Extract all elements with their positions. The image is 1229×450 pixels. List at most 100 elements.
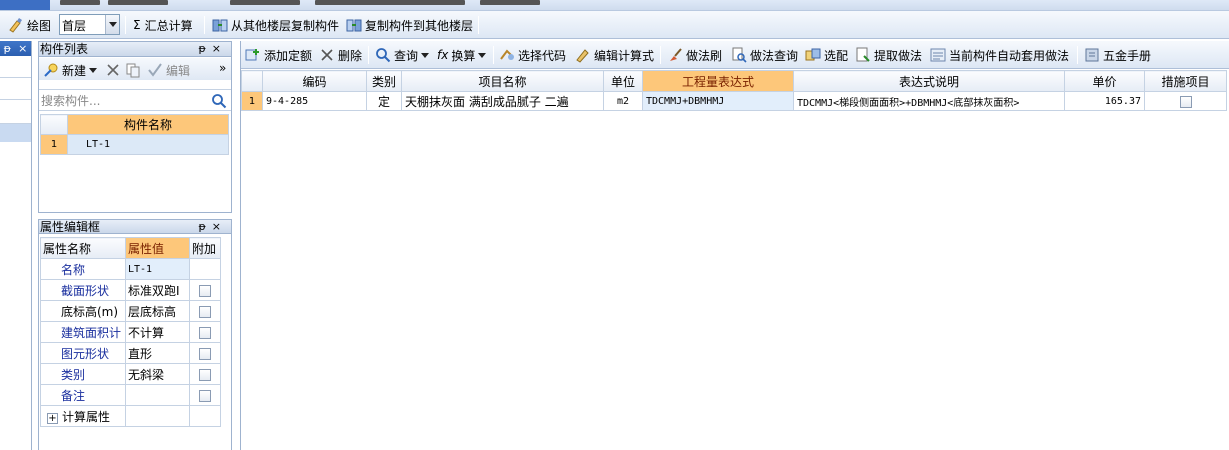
type-column-header[interactable]: 类别 (366, 70, 402, 92)
chevron-down-icon[interactable] (421, 52, 430, 58)
table-row[interactable]: 1 LT-1 (40, 134, 229, 155)
function-icon: fx (437, 48, 449, 62)
method-brush-button[interactable]: 做法刷 (667, 45, 722, 65)
component-name-cell[interactable]: LT-1 (67, 134, 229, 155)
copy-from-floor-button[interactable]: 从其他楼层复制构件 (212, 15, 339, 35)
measure-column-header[interactable]: 措施项目 (1144, 70, 1227, 92)
unit-cell[interactable]: m2 (603, 91, 643, 111)
edit-component-button[interactable]: 编辑 (147, 60, 190, 80)
close-icon[interactable]: × (212, 42, 227, 55)
toolbar-separator (478, 16, 479, 34)
property-extra (189, 321, 221, 343)
auto-apply-icon (930, 48, 946, 62)
draw-button[interactable]: 绘图 (8, 15, 51, 35)
code-cell[interactable]: 9-4-285 (262, 91, 367, 111)
property-row[interactable]: 名称 LT-1 (40, 258, 221, 280)
floor-select[interactable]: 首层 (59, 14, 120, 35)
chevron-down-icon[interactable] (478, 52, 487, 58)
property-value[interactable]: 无斜梁 (125, 363, 190, 385)
component-name-header[interactable]: 构件名称 (67, 114, 229, 135)
query-label: 查询 (394, 48, 419, 63)
search-icon (376, 48, 391, 63)
unit-column-header[interactable]: 单位 (603, 70, 643, 92)
hardware-manual-button[interactable]: 五金手册 (1084, 45, 1151, 65)
match-label: 选配 (824, 48, 849, 63)
price-column-header[interactable]: 单价 (1064, 70, 1145, 92)
property-row[interactable]: 图元形状 直形 (40, 342, 221, 364)
extract-method-button[interactable]: 提取做法 (855, 45, 922, 65)
property-row[interactable]: 类别 无斜梁 (40, 363, 221, 385)
property-row[interactable]: 底标高(m) 层底标高 (40, 300, 221, 322)
new-component-button[interactable]: 新建 (43, 60, 98, 80)
close-icon[interactable]: × (212, 220, 227, 233)
query-button[interactable]: 查询 (375, 45, 430, 65)
type-cell[interactable]: 定 (366, 91, 402, 111)
expression-column-header[interactable]: 工程量表达式 (642, 70, 794, 92)
extract-method-label: 提取做法 (874, 48, 923, 63)
pin-icon[interactable]: ᵽ (198, 42, 211, 55)
menu-item[interactable] (108, 0, 168, 5)
chevron-down-icon[interactable] (89, 67, 98, 73)
navigation-item[interactable] (0, 100, 31, 124)
property-row[interactable]: 建筑面积计 不计算 (40, 321, 221, 343)
extra-checkbox[interactable] (199, 305, 211, 318)
expression-desc-cell[interactable]: TDCMMJ<梯段侧面面积>+DBMHMJ<底部抹灰面积> (793, 91, 1065, 111)
add-quota-button[interactable]: 添加定额 (245, 45, 312, 65)
extra-checkbox[interactable] (199, 389, 211, 402)
menu-selected-item[interactable] (0, 0, 50, 10)
property-group: + 计算属性 (40, 405, 126, 427)
expression-cell[interactable]: TDCMMJ+DBMHMJ (642, 91, 794, 111)
navigation-item-selected[interactable] (0, 124, 31, 142)
more-button[interactable]: » (219, 58, 226, 78)
component-search-input[interactable] (41, 92, 201, 109)
toolbar-separator (660, 46, 661, 64)
property-value[interactable]: 直形 (125, 342, 190, 364)
property-row[interactable]: 截面形状 标准双跑I (40, 279, 221, 301)
item-name-cell[interactable]: 天棚抹灰面 满刮成品腻子 二遍 (401, 91, 604, 111)
menu-item[interactable] (480, 0, 540, 5)
table-row[interactable]: 1 9-4-285 定 天棚抹灰面 满刮成品腻子 二遍 m2 TDCMMJ+DB… (241, 91, 1227, 111)
pin-icon[interactable]: ᵽ (198, 220, 211, 233)
property-value[interactable]: 层底标高 (125, 300, 190, 322)
extra-checkbox[interactable] (199, 347, 211, 360)
property-extra (189, 384, 221, 406)
copy-to-floor-button[interactable]: 复制构件到其他楼层 (346, 15, 473, 35)
method-query-button[interactable]: 做法查询 (731, 45, 798, 65)
extra-checkbox[interactable] (199, 326, 211, 339)
property-value[interactable]: LT-1 (125, 258, 190, 280)
search-icon[interactable] (211, 93, 227, 109)
pin-icon[interactable]: ᵽ (4, 42, 11, 55)
copy-component-button[interactable] (125, 60, 144, 80)
close-icon[interactable]: × (18, 42, 27, 55)
edit-formula-button[interactable]: 编辑计算式 (575, 45, 654, 65)
sum-calc-button[interactable]: Σ 汇总计算 (133, 15, 193, 35)
expression-desc-column-header[interactable]: 表达式说明 (793, 70, 1065, 92)
item-name-column-header[interactable]: 项目名称 (401, 70, 604, 92)
component-list-title: 构件列表 (40, 42, 89, 56)
match-button[interactable]: 选配 (805, 45, 848, 65)
auto-apply-button[interactable]: 当前构件自动套用做法 (930, 45, 1069, 65)
method-grid: 编码 类别 项目名称 单位 工程量表达式 表达式说明 单价 措施项目 1 9-4… (241, 70, 1227, 111)
delete-component-button[interactable] (105, 60, 124, 80)
menu-item[interactable] (315, 0, 465, 5)
expand-icon[interactable]: + (47, 412, 58, 424)
book-icon (1085, 48, 1099, 62)
menu-item[interactable] (60, 0, 100, 5)
property-value[interactable] (125, 384, 190, 406)
measure-checkbox[interactable] (1179, 95, 1192, 108)
property-value[interactable]: 标准双跑I (125, 279, 190, 301)
property-group-row[interactable]: + 计算属性 (40, 405, 221, 427)
code-column-header[interactable]: 编码 (262, 70, 367, 92)
extra-checkbox[interactable] (199, 368, 211, 381)
extra-checkbox[interactable] (199, 284, 211, 297)
property-value[interactable]: 不计算 (125, 321, 190, 343)
navigation-item[interactable] (0, 78, 31, 100)
price-cell[interactable]: 165.37 (1064, 91, 1145, 111)
delete-button[interactable]: 删除 (319, 45, 362, 65)
menu-item[interactable] (230, 0, 300, 5)
select-code-button[interactable]: 选择代码 (499, 45, 566, 65)
chevron-down-icon[interactable] (105, 15, 119, 34)
navigation-item[interactable] (0, 56, 31, 78)
convert-button[interactable]: fx 换算 (437, 45, 487, 65)
property-row[interactable]: 备注 (40, 384, 221, 406)
